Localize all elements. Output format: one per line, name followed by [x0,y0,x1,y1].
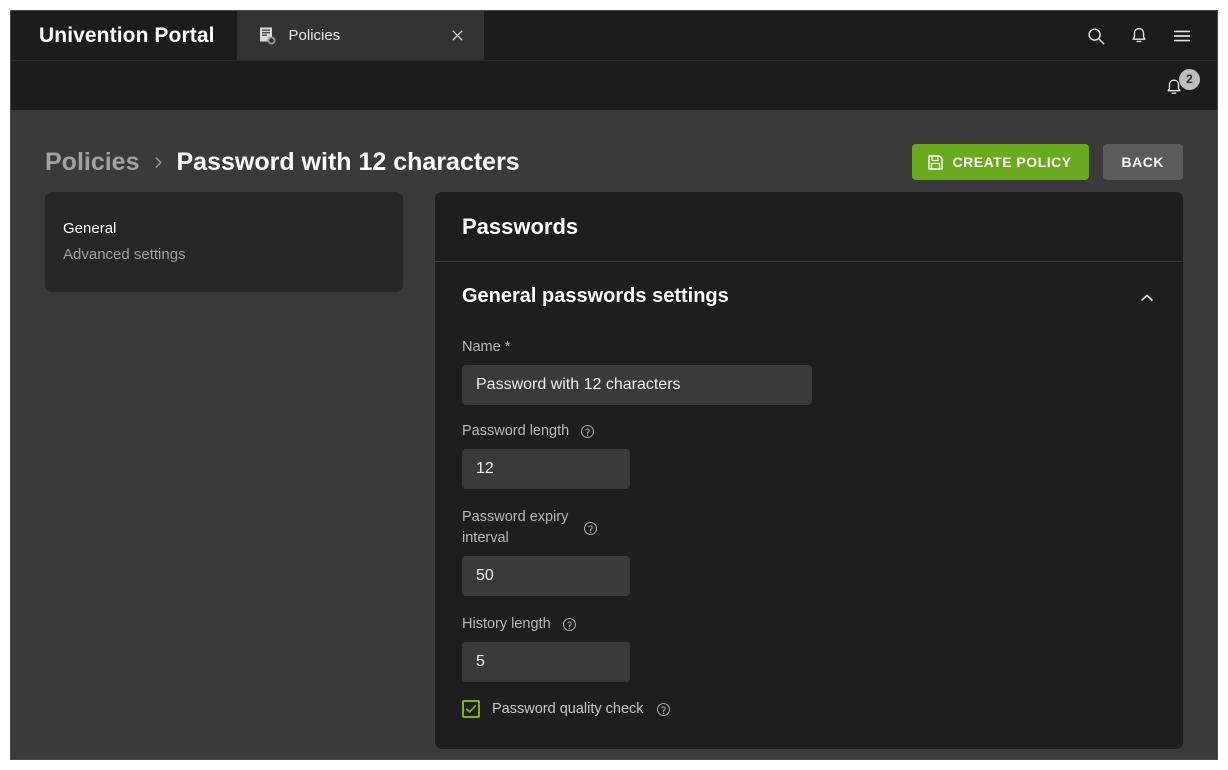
field-password-expiry-interval: Password expiry interval [462,507,1156,596]
section-title: General passwords settings [462,285,729,307]
notification-badge-count: 2 [1179,68,1200,90]
field-label: Password length [462,423,570,439]
field-password-quality-check: Password quality check [462,700,1156,718]
content-card-header: Passwords [435,192,1183,262]
page-title: Password with 12 characters [176,147,520,176]
policy-content-card: Passwords General passwords settings Nam… [435,192,1183,749]
bell-icon[interactable] [1128,25,1150,47]
name-input[interactable] [462,365,812,405]
help-icon[interactable] [580,424,595,439]
topbar-icon-group [1085,11,1217,60]
password-quality-check-checkbox[interactable] [462,700,480,718]
field-label-row: Name * [462,337,1156,358]
help-icon[interactable] [562,617,577,632]
sidebar-item-general[interactable]: General [63,216,385,242]
create-policy-label: CREATE POLICY [952,154,1072,170]
content-title: Passwords [462,214,579,239]
hamburger-menu-icon[interactable] [1171,25,1193,47]
section-header-general-passwords-settings[interactable]: General passwords settings [435,262,1183,328]
browser-window: Univention Portal Policies 2 Policies Pa… [11,11,1217,759]
browser-tab-bar: Univention Portal Policies [11,11,1217,60]
breadcrumb-parent-policies[interactable]: Policies [45,148,140,177]
password-length-input[interactable] [462,449,630,489]
page-body: Policies Password with 12 characters CRE… [11,110,1217,759]
sidebar-item-advanced-settings[interactable]: Advanced settings [63,242,385,268]
tab-policies[interactable]: Policies [236,11,484,60]
notification-button[interactable]: 2 [1162,68,1200,101]
field-label-row: History length [462,614,1156,635]
password-expiry-interval-input[interactable] [462,556,630,596]
settings-nav-card: General Advanced settings [45,192,403,292]
create-policy-button[interactable]: CREATE POLICY [911,144,1089,180]
policy-document-icon [259,27,276,45]
checkbox-label: Password quality check [492,701,644,717]
field-password-length: Password length [462,421,1156,489]
close-icon[interactable] [449,27,467,45]
chevron-right-icon [153,154,164,174]
page-header: Policies Password with 12 characters CRE… [11,110,1217,192]
page-columns: General Advanced settings Passwords Gene… [11,192,1217,749]
search-icon[interactable] [1085,25,1107,47]
app-brand-title: Univention Portal [39,23,215,47]
header-actions: CREATE POLICY BACK [911,144,1183,180]
field-label: Password expiry interval [462,509,569,546]
field-label-row: Password length [462,421,1156,442]
field-name: Name * [462,337,1156,405]
portal-notification-bar: 2 [11,60,1217,110]
history-length-input[interactable] [462,642,630,682]
field-history-length: History length [462,614,1156,682]
breadcrumb: Policies Password with 12 characters [45,148,912,177]
tab-label: Policies [288,27,341,44]
sidebar-item-label: Advanced settings [63,246,186,263]
back-label: BACK [1121,154,1164,170]
help-icon[interactable] [583,521,598,536]
back-button[interactable]: BACK [1102,144,1183,180]
field-label-row: Password expiry interval [462,507,1156,549]
field-label: History length [462,616,551,632]
help-icon[interactable] [656,702,671,717]
section-body-general-passwords-settings: Name * Password length [435,328,1183,749]
field-label: Name * [462,339,511,355]
chevron-up-icon[interactable] [1138,291,1156,303]
save-floppy-icon [927,154,944,171]
sidebar-item-label: General [63,220,117,237]
